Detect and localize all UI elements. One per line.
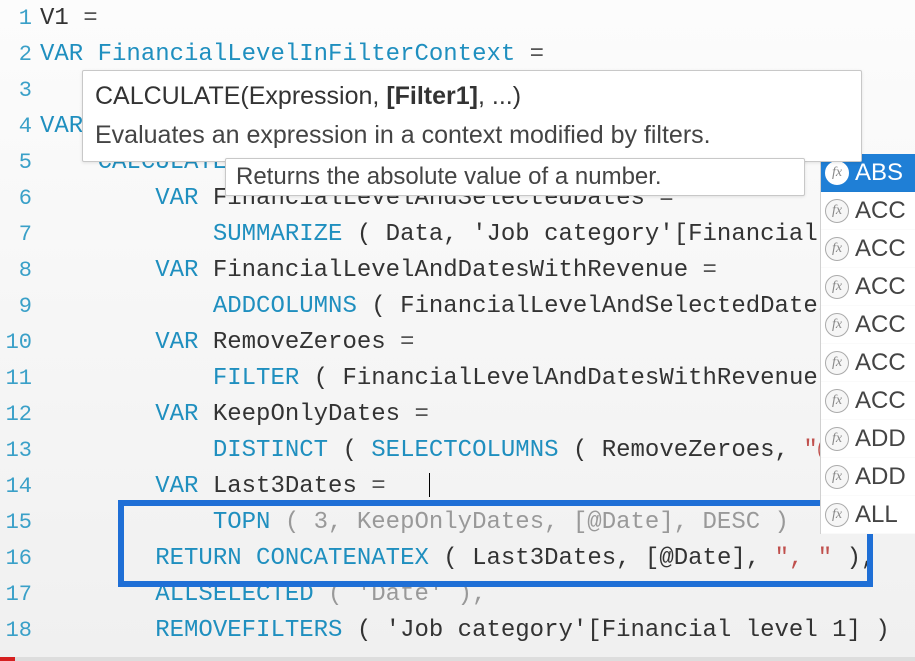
text-cursor <box>429 473 430 497</box>
intellisense-item[interactable]: fx ACC <box>821 306 915 344</box>
function-icon: fx <box>825 465 849 489</box>
function-icon: fx <box>825 389 849 413</box>
intellisense-label: ADD <box>855 463 906 491</box>
intellisense-label: ADD <box>855 425 906 453</box>
intellisense-label: ACC <box>855 387 906 415</box>
line-number: 17 <box>0 582 38 607</box>
code-line[interactable]: 16 RETURN CONCATENATEX ( Last3Dates, [@D… <box>0 540 915 576</box>
intellisense-item[interactable]: fx ADD <box>821 458 915 496</box>
code-line[interactable]: 10 VAR RemoveZeroes = <box>0 324 915 360</box>
line-number: 1 <box>0 6 38 31</box>
code-line[interactable]: 17 ALLSELECTED ( 'Date' ), <box>0 576 915 612</box>
function-icon: fx <box>825 313 849 337</box>
line-number: 12 <box>0 402 38 427</box>
code-line[interactable]: 14 VAR Last3Dates = <box>0 468 915 504</box>
code-line[interactable]: 8 VAR FinancialLevelAndDatesWithRevenue … <box>0 252 915 288</box>
intellisense-item[interactable]: fx ACC <box>821 382 915 420</box>
formula-signature-tooltip: CALCULATE(Expression, [Filter1], ...) Ev… <box>82 70 862 162</box>
intellisense-label: ABS <box>855 159 903 187</box>
intellisense-dropdown[interactable]: fx ABS fx ACC fx ACC fx ACC fx ACC fx AC… <box>820 154 915 534</box>
line-number: 2 <box>0 42 38 67</box>
code-line[interactable]: 12 VAR KeepOnlyDates = <box>0 396 915 432</box>
code-line[interactable]: 1 V1 = <box>0 0 915 36</box>
video-progress-played[interactable] <box>0 657 15 661</box>
intellisense-item[interactable]: fx ACC <box>821 230 915 268</box>
line-number: 7 <box>0 222 38 247</box>
function-icon: fx <box>825 161 849 185</box>
function-icon: fx <box>825 275 849 299</box>
line-number: 5 <box>0 150 38 175</box>
code-line[interactable]: 18 REMOVEFILTERS ( 'Job category'[Financ… <box>0 612 915 648</box>
line-number: 16 <box>0 546 38 571</box>
line-number: 18 <box>0 618 38 643</box>
line-number: 11 <box>0 366 38 391</box>
intellisense-label: ACC <box>855 273 906 301</box>
line-number: 14 <box>0 474 38 499</box>
code-line[interactable]: 13 DISTINCT ( SELECTCOLUMNS ( RemoveZero… <box>0 432 915 468</box>
line-number: 9 <box>0 294 38 319</box>
intellisense-label: ACC <box>855 311 906 339</box>
intellisense-item[interactable]: fx ACC <box>821 192 915 230</box>
line-number: 15 <box>0 510 38 535</box>
function-icon: fx <box>825 237 849 261</box>
intellisense-label: ACC <box>855 197 906 225</box>
line-number: 4 <box>0 114 38 139</box>
line-number: 10 <box>0 330 38 355</box>
function-icon: fx <box>825 503 849 527</box>
intellisense-item[interactable]: fx ALL <box>821 496 915 534</box>
code-line[interactable]: 11 FILTER ( FinancialLevelAndDatesWithRe… <box>0 360 915 396</box>
line-number: 13 <box>0 438 38 463</box>
intellisense-label: ACC <box>855 349 906 377</box>
line-number: 3 <box>0 78 38 103</box>
code-line[interactable]: 2 VAR FinancialLevelInFilterContext = <box>0 36 915 72</box>
code-line[interactable]: 9 ADDCOLUMNS ( FinancialLevelAndSelected… <box>0 288 915 324</box>
code-line[interactable]: 7 SUMMARIZE ( Data, 'Job category'[Finan… <box>0 216 915 252</box>
line-number: 6 <box>0 186 38 211</box>
function-description-tooltip: Returns the absolute value of a number. <box>225 158 805 196</box>
line-number: 8 <box>0 258 38 283</box>
intellisense-label: ACC <box>855 235 906 263</box>
video-progress-track[interactable] <box>0 657 915 661</box>
code-line[interactable]: 15 TOPN ( 3, KeepOnlyDates, [@Date], DES… <box>0 504 915 540</box>
intellisense-item[interactable]: fx ADD <box>821 420 915 458</box>
function-icon: fx <box>825 351 849 375</box>
intellisense-item[interactable]: fx ACC <box>821 344 915 382</box>
intellisense-label: ALL <box>855 501 898 529</box>
intellisense-item[interactable]: fx ACC <box>821 268 915 306</box>
function-icon: fx <box>825 199 849 223</box>
function-icon: fx <box>825 427 849 451</box>
